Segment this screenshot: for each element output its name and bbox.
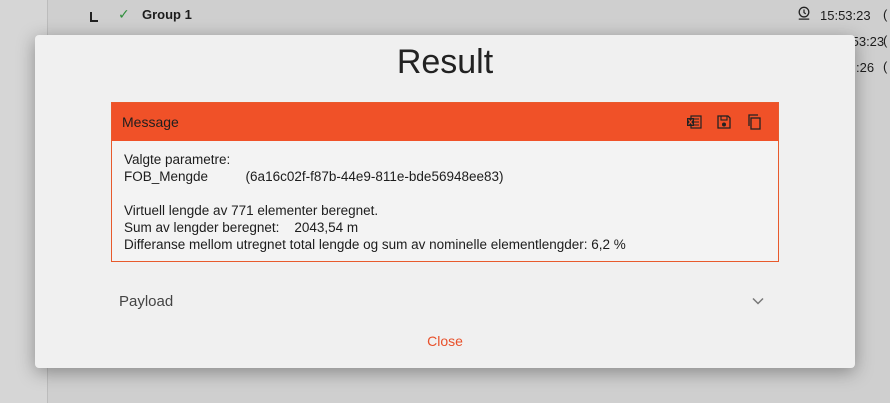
- row-edge-marker: (: [883, 59, 888, 74]
- check-icon: ✓: [118, 6, 130, 22]
- message-header-label: Message: [122, 114, 179, 130]
- message-actions: [686, 114, 762, 130]
- tree-corner-icon: [90, 12, 98, 22]
- message-line: Valgte parametre:: [124, 152, 231, 167]
- clock-icon: [798, 6, 810, 20]
- message-body: Valgte parametre: FOB_Mengde (6a16c02f-f…: [112, 141, 778, 263]
- message-line: Sum av lengder beregnet: 2043,54 m: [124, 220, 359, 235]
- result-dialog: Result Message Valgte parametre: FOB_Men…: [35, 35, 855, 368]
- row-edge-marker: (: [883, 7, 888, 22]
- message-panel: Message Valgte parametre: FOB_Mengde (6a…: [111, 102, 779, 262]
- payload-expander[interactable]: Payload: [111, 290, 777, 312]
- save-icon[interactable]: [716, 114, 732, 130]
- row-edge-marker: (: [883, 33, 888, 48]
- message-line: Virtuell lengde av 771 elementer beregne…: [124, 203, 379, 218]
- timestamp: 15:53:23: [820, 8, 871, 23]
- message-line: FOB_Mengde (6a16c02f-f87b-44e9-811e-bde5…: [124, 169, 504, 184]
- timestamp: :26: [856, 60, 875, 75]
- copy-icon[interactable]: [746, 114, 762, 130]
- chevron-down-icon: [752, 297, 764, 305]
- export-excel-icon[interactable]: [686, 114, 702, 130]
- background-row-group: ✓ Group 1 15:53:23 (: [48, 3, 890, 29]
- dialog-title: Result: [396, 43, 494, 81]
- payload-label: Payload: [119, 292, 174, 310]
- close-button[interactable]: Close: [35, 333, 855, 349]
- group-label: Group 1: [142, 7, 192, 22]
- message-line: Differanse mellom utregnet total lengde …: [124, 237, 626, 252]
- message-header: Message: [112, 103, 778, 141]
